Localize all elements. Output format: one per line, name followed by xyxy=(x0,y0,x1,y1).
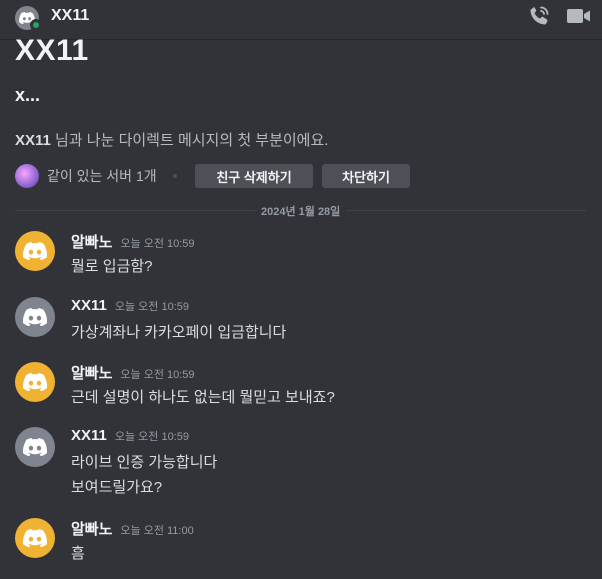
message-text: 가상계좌나 카카오페이 입금합니다 xyxy=(71,324,287,341)
video-camera-icon[interactable] xyxy=(566,5,592,27)
separator-dot xyxy=(172,174,177,178)
message-text: 보여드릴가요? xyxy=(71,479,163,496)
author-avatar[interactable] xyxy=(15,427,55,467)
date-divider-label: 2024년 1월 28일 xyxy=(255,203,347,219)
dm-intro-text: XX11 님과 나눈 다이렉트 메시지의 첫 부분이에요. xyxy=(15,129,328,150)
mutual-servers-label: 같이 있는 서버 1개 xyxy=(47,168,157,184)
discord-logo-icon xyxy=(23,529,47,547)
intro-rest: 님과 나눈 다이렉트 메시지의 첫 부분이에요. xyxy=(50,132,329,149)
discord-logo-icon xyxy=(23,242,47,260)
author-avatar[interactable] xyxy=(15,518,55,558)
message-text: 라이브 인증 가능합니다 xyxy=(71,454,218,471)
profile-name: XX11 xyxy=(15,34,89,67)
message-text: 뭘로 입금함? xyxy=(71,258,153,275)
message-author[interactable]: 알빠노 xyxy=(71,518,112,539)
dm-title: XX11 xyxy=(51,7,90,24)
intro-name: XX11 xyxy=(15,132,51,149)
author-avatar[interactable] xyxy=(15,297,55,337)
discord-logo-icon xyxy=(23,308,47,326)
remove-friend-button[interactable]: 친구 삭제하기 xyxy=(195,164,313,188)
message-author[interactable]: 알빠노 xyxy=(71,231,112,252)
block-button[interactable]: 차단하기 xyxy=(322,164,410,188)
mutual-servers[interactable]: 같이 있는 서버 1개 xyxy=(15,164,177,188)
author-avatar[interactable] xyxy=(15,231,55,271)
message-timestamp: 오늘 오전 10:59 xyxy=(114,301,189,313)
message-timestamp: 오늘 오전 11:00 xyxy=(120,525,194,537)
message-timestamp: 오늘 오전 10:59 xyxy=(120,369,195,381)
author-avatar[interactable] xyxy=(15,362,55,402)
message-timestamp: 오늘 오전 10:59 xyxy=(120,238,195,250)
online-status-dot xyxy=(30,19,42,31)
message-author[interactable]: 알빠노 xyxy=(71,362,112,383)
discord-logo-icon xyxy=(23,438,47,456)
message-author[interactable]: XX11 xyxy=(71,297,107,314)
dm-header: XX11 xyxy=(0,0,602,40)
phone-call-icon[interactable] xyxy=(527,4,551,28)
discord-logo-icon xyxy=(23,373,47,391)
message-timestamp: 오늘 오전 10:59 xyxy=(114,431,189,443)
profile-subname: x... xyxy=(15,85,41,105)
message-text: 흠 xyxy=(71,545,85,562)
server-icon xyxy=(15,164,39,188)
message-text: 근데 설명이 하나도 없는데 뭘믿고 보내죠? xyxy=(71,389,335,406)
message-author[interactable]: XX11 xyxy=(71,427,107,444)
